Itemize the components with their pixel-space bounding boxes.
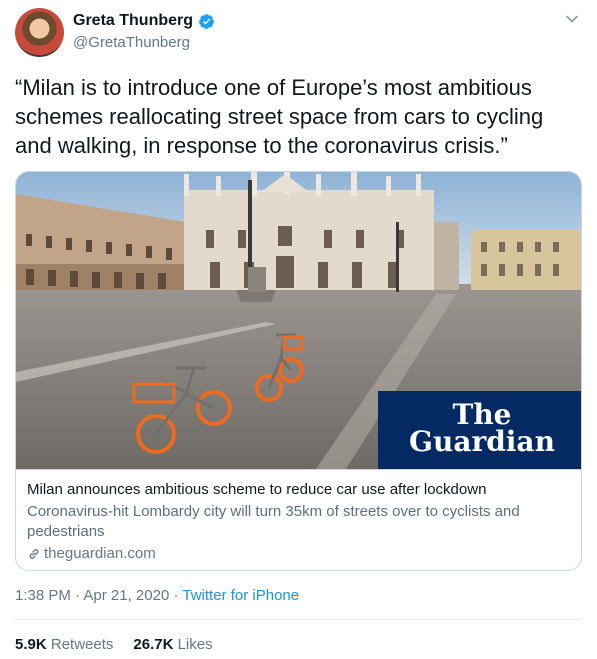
author-row[interactable]: Greta Thunberg [73,12,215,30]
meta-separator: · [75,587,81,604]
link-icon [29,548,39,559]
verified-badge-icon [199,13,214,29]
tweet-meta: 1:38 PM · Apr 21, 2020 · Twitter for iPh… [15,587,299,604]
retweets-stat[interactable]: 5.9K Retweets [15,636,113,653]
tweet-time[interactable]: 1:38 PM [15,587,71,604]
card-image[interactable]: The Guardian [16,172,581,469]
retweets-count: 5.9K [15,636,47,653]
likes-stat[interactable]: 26.7K Likes [133,636,212,653]
card-body[interactable]: Milan announces ambitious scheme to redu… [16,469,581,570]
link-card[interactable]: The Guardian Milan announces ambitious s… [15,171,582,571]
tweet-date[interactable]: Apr 21, 2020 [83,587,169,604]
tweet-stats: 5.9K Retweets 26.7K Likes [15,636,213,653]
card-domain[interactable]: theguardian.com [27,545,156,562]
guardian-logo-line2: Guardian [409,425,555,458]
card-description: Coronavirus-hit Lombardy city will turn … [27,503,520,540]
divider [15,619,582,620]
card-title[interactable]: Milan announces ambitious scheme to redu… [27,481,486,498]
tweet-source-link[interactable]: Twitter for iPhone [182,587,299,604]
retweets-label: Retweets [50,636,114,653]
tweet-text: “Milan is to introduce one of Europe’s m… [15,75,544,158]
likes-label: Likes [177,636,213,653]
author-handle[interactable]: @GretaThunberg [73,34,190,51]
likes-count: 26.7K [133,636,174,653]
chevron-down-icon[interactable] [565,12,579,26]
meta-separator: · [173,587,179,604]
avatar[interactable] [15,8,64,57]
card-domain-text[interactable]: theguardian.com [44,545,156,562]
author-name[interactable]: Greta Thunberg [73,12,193,30]
